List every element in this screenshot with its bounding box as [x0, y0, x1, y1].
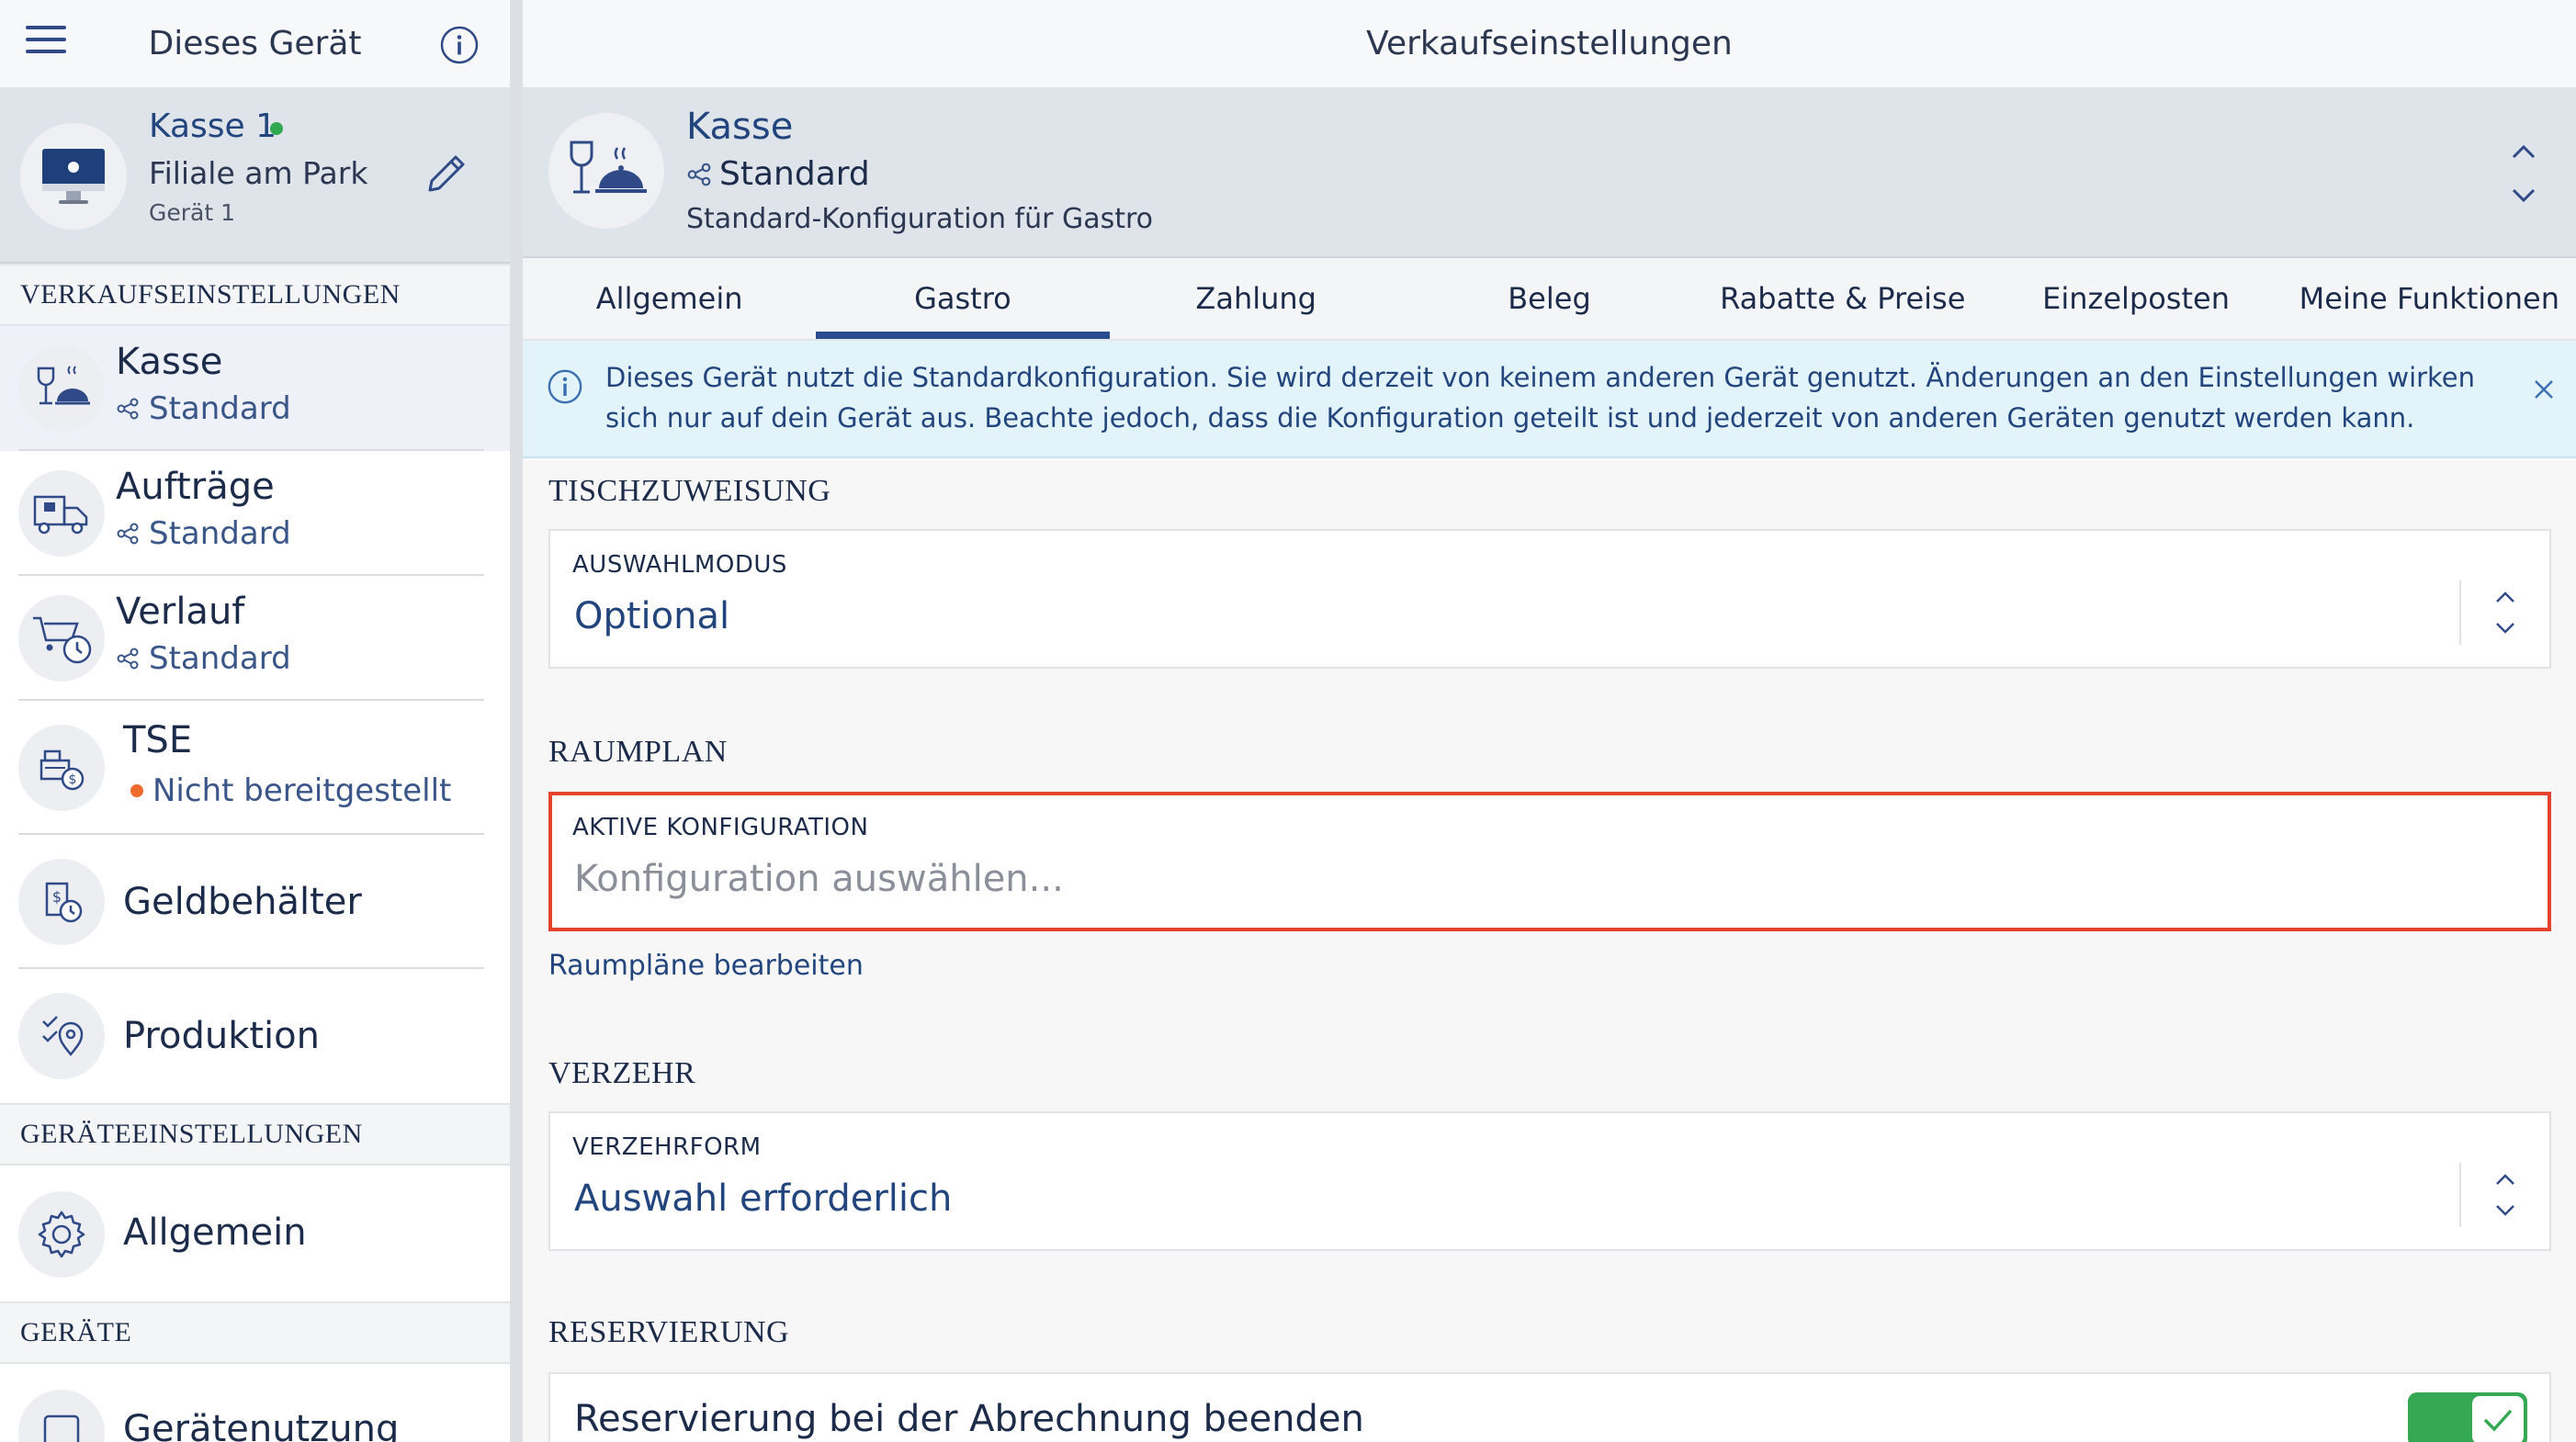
- nav-item-kasse[interactable]: Kasse Standard: [0, 326, 510, 451]
- right-header-title: Verkaufseinstellungen: [1366, 25, 1733, 62]
- left-header: Dieses Gerät: [0, 0, 510, 89]
- aktive-konfiguration-label: AKTIVE KONFIGURATION: [572, 814, 869, 841]
- nav-sub-text-verlauf: Standard: [149, 640, 291, 677]
- device-name: Kasse 1: [149, 107, 277, 145]
- cart-history-icon: [18, 595, 105, 682]
- tab-zahlung[interactable]: Zahlung: [1110, 258, 1403, 339]
- left-panel: Dieses Gerät Kasse 1 Filiale am Park Ger…: [0, 0, 510, 1442]
- tab-gastro[interactable]: Gastro: [816, 258, 1110, 339]
- close-icon[interactable]: [2532, 377, 2556, 405]
- share-icon: [117, 523, 139, 545]
- checkmark-icon: [2472, 1396, 2524, 1442]
- nav-item-auftraege[interactable]: Aufträge Standard: [0, 451, 510, 576]
- tab-einzelposten[interactable]: Einzelposten: [1989, 258, 2282, 339]
- gear-icon: [18, 1191, 105, 1278]
- nav-label-allgemein: Allgemein: [123, 1211, 307, 1254]
- share-icon: [687, 163, 711, 186]
- device-card[interactable]: Kasse 1 Filiale am Park Gerät 1: [0, 89, 510, 264]
- info-banner-text: Dieses Gerät nutzt die Standardkonfigura…: [605, 362, 2476, 434]
- verzehrform-select[interactable]: VERZEHRFORM Auswahl erforderlich: [548, 1111, 2551, 1251]
- select-chevrons-icon[interactable]: [2459, 1163, 2549, 1227]
- nav-sub-tse: Nicht bereitgestellt: [130, 772, 451, 809]
- production-icon: [18, 993, 105, 1079]
- nav-sub-kasse: Standard: [116, 390, 291, 427]
- nav-sub-text-kasse: Standard: [149, 390, 291, 427]
- reservierung-toggle-label: Reservierung bei der Abrechnung beenden: [574, 1398, 1364, 1440]
- config-card[interactable]: Kasse Standard Standard-Konfiguration fü…: [523, 89, 2576, 258]
- settings-tabs: Allgemein Gastro Zahlung Beleg Rabatte &…: [523, 258, 2576, 341]
- reservierung-toggle-row: Reservierung bei der Abrechnung beenden: [548, 1372, 2551, 1442]
- nav-item-verlauf[interactable]: Verlauf Standard: [0, 576, 510, 701]
- config-variant: Standard: [686, 155, 870, 193]
- group-title-tischzuweisung: TISCHZUWEISUNG: [548, 474, 831, 508]
- nav-label-kasse: Kasse: [116, 341, 223, 383]
- svg-text:$: $: [52, 888, 62, 906]
- nav-item-allgemein[interactable]: Allgemein: [0, 1166, 510, 1301]
- nav-label-verlauf: Verlauf: [116, 591, 245, 633]
- tab-beleg[interactable]: Beleg: [1403, 258, 1696, 339]
- device-sub: Gerät 1: [149, 199, 236, 226]
- collapse-chevrons-icon[interactable]: [2510, 137, 2537, 214]
- config-name: Kasse: [686, 106, 794, 148]
- group-title-reservierung: RESERVIERUNG: [548, 1315, 790, 1349]
- device-branch: Filiale am Park: [149, 155, 368, 191]
- tab-allgemein[interactable]: Allgemein: [523, 258, 816, 339]
- aktive-konfiguration-field[interactable]: AKTIVE KONFIGURATION Konfiguration auswä…: [548, 792, 2551, 931]
- wine-cloche-icon: [18, 345, 105, 432]
- nav-item-geraetenutzung[interactable]: Gerätenutzung: [0, 1364, 510, 1442]
- info-icon: [547, 368, 583, 409]
- right-panel: Verkaufseinstellungen Kasse Standard Sta…: [523, 0, 2576, 1442]
- group-title-verzehr: VERZEHR: [548, 1056, 696, 1090]
- verzehrform-value: Auswahl erforderlich: [574, 1177, 953, 1220]
- nav-item-produktion[interactable]: Produktion: [0, 969, 510, 1103]
- tab-rabatte-preise[interactable]: Rabatte & Preise: [1696, 258, 1989, 339]
- svg-text:$: $: [69, 772, 77, 787]
- delivery-truck-icon: [18, 470, 105, 557]
- auswahlmodus-select[interactable]: AUSWAHLMODUS Optional: [548, 529, 2551, 669]
- section-devices: GERÄTE: [0, 1301, 510, 1364]
- tse-register-icon: $: [18, 725, 105, 811]
- config-variant-text: Standard: [719, 155, 870, 193]
- section-sales-settings: VERKAUFSEINSTELLUNGEN: [0, 264, 510, 326]
- nav-label-geraetenutzung: Gerätenutzung: [123, 1408, 400, 1442]
- imac-icon: [20, 123, 127, 230]
- nav-item-tse[interactable]: $ TSE Nicht bereitgestellt: [0, 701, 510, 835]
- warning-status-dot: [130, 784, 143, 797]
- select-chevrons-icon[interactable]: [2459, 580, 2549, 645]
- raumplaene-bearbeiten-link[interactable]: Raumpläne bearbeiten: [548, 950, 864, 982]
- nav-item-geldbehaelter[interactable]: $ Geldbehälter: [0, 835, 510, 969]
- verzehrform-label: VERZEHRFORM: [572, 1133, 762, 1161]
- share-icon: [117, 648, 139, 670]
- cash-drawer-icon: $: [18, 859, 105, 945]
- auswahlmodus-label: AUSWAHLMODUS: [572, 551, 787, 579]
- edit-pencil-icon[interactable]: [419, 146, 474, 205]
- config-description: Standard-Konfiguration für Gastro: [686, 203, 1154, 235]
- nav-sub-verlauf: Standard: [116, 640, 291, 677]
- share-icon: [117, 398, 139, 420]
- aktive-konfiguration-placeholder: Konfiguration auswählen...: [574, 858, 1064, 900]
- nav-label-tse: TSE: [123, 719, 193, 761]
- right-header: Verkaufseinstellungen: [523, 0, 2576, 89]
- info-icon[interactable]: [440, 26, 479, 68]
- nav-sub-auftraege: Standard: [116, 515, 291, 552]
- wine-cloche-icon: [548, 113, 664, 229]
- nav-label-auftraege: Aufträge: [116, 466, 275, 508]
- panel-divider[interactable]: [510, 0, 523, 1442]
- online-status-dot: [270, 122, 283, 135]
- nav-label-geldbehaelter: Geldbehälter: [123, 881, 362, 923]
- section-device-settings: GERÄTEEINSTELLUNGEN: [0, 1103, 510, 1166]
- tab-meine-funktionen[interactable]: Meine Funktionen: [2283, 258, 2576, 339]
- nav-sub-text-tse: Nicht bereitgestellt: [153, 772, 452, 809]
- left-header-title: Dieses Gerät: [148, 25, 362, 62]
- reservierung-toggle[interactable]: [2408, 1392, 2527, 1442]
- nav-label-produktion: Produktion: [123, 1015, 320, 1057]
- info-banner: Dieses Gerät nutzt die Standardkonfigura…: [523, 341, 2576, 458]
- group-title-raumplan: RAUMPLAN: [548, 735, 728, 769]
- device-usage-icon: [18, 1390, 105, 1442]
- auswahlmodus-value: Optional: [574, 595, 730, 637]
- nav-sub-text-auftraege: Standard: [149, 515, 291, 552]
